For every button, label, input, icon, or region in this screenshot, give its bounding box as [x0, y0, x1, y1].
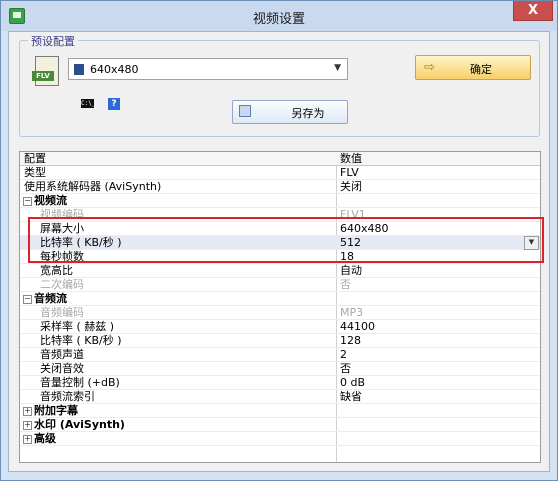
highlight-annotation	[28, 217, 544, 263]
ok-button-label: 确定	[470, 63, 492, 76]
category-video-stream[interactable]: − 视频流	[20, 194, 540, 208]
row-audio-codec[interactable]: 音频编码 MP3	[20, 306, 540, 320]
row-name: 音频流索引	[40, 390, 95, 403]
expand-icon[interactable]: +	[23, 407, 32, 416]
row-value: 关闭	[340, 180, 362, 193]
collapse-icon[interactable]: −	[23, 197, 32, 206]
preset-group-label: 预设配置	[28, 33, 78, 49]
row-sample-rate[interactable]: 采样率 ( 赫兹 ) 44100	[20, 320, 540, 334]
help-icon[interactable]: ?	[108, 98, 120, 110]
row-value: MP3	[340, 306, 364, 319]
category-label: 视频流	[34, 194, 67, 207]
row-two-pass[interactable]: 二次编码 否	[20, 278, 540, 292]
grid-header: 配置 数值	[20, 152, 540, 166]
row-value: FLV	[340, 166, 359, 179]
preset-select[interactable]: 640x480 ▼	[68, 58, 348, 80]
category-audio-stream[interactable]: − 音频流	[20, 292, 540, 306]
row-name: 类型	[24, 166, 46, 179]
video-settings-window: 视频设置 X 预设配置 FLV 640x480 ▼ ⇨ 确定 C:\_ ? 另存…	[0, 0, 558, 481]
row-volume[interactable]: 音量控制 (+dB) 0 dB	[20, 376, 540, 390]
header-value: 数值	[340, 152, 362, 165]
row-aspect-ratio[interactable]: 宽高比 自动	[20, 264, 540, 278]
row-value: 自动	[340, 264, 362, 277]
title-bar[interactable]: 视频设置 X	[1, 1, 557, 31]
row-mute[interactable]: 关闭音效 否	[20, 362, 540, 376]
category-subtitles[interactable]: + 附加字幕	[20, 404, 540, 418]
save-as-button[interactable]: 另存为	[232, 100, 348, 124]
row-value: 44100	[340, 320, 375, 333]
expand-icon[interactable]: +	[23, 421, 32, 430]
close-button[interactable]: X	[513, 1, 553, 21]
row-value: 否	[340, 362, 351, 375]
expand-icon[interactable]: +	[23, 435, 32, 444]
category-advanced[interactable]: + 高级	[20, 432, 540, 446]
category-label: 水印 (AviSynth)	[34, 418, 125, 431]
row-name: 音频编码	[40, 306, 84, 319]
row-value: 128	[340, 334, 361, 347]
row-name: 宽高比	[40, 264, 73, 277]
row-value: 0 dB	[340, 376, 366, 389]
category-watermark[interactable]: + 水印 (AviSynth)	[20, 418, 540, 432]
row-value: 2	[340, 348, 347, 361]
row-name: 关闭音效	[40, 362, 84, 375]
row-name: 使用系统解码器 (AviSynth)	[24, 180, 162, 193]
row-name: 二次编码	[40, 278, 84, 291]
save-as-label: 另存为	[291, 107, 325, 120]
row-audio-bitrate[interactable]: 比特率 ( KB/秒 ) 128	[20, 334, 540, 348]
header-name: 配置	[24, 152, 46, 165]
window-title: 视频设置	[252, 12, 305, 27]
ok-button[interactable]: ⇨ 确定	[415, 55, 531, 80]
category-label: 附加字幕	[34, 404, 78, 417]
row-name: 比特率 ( KB/秒 )	[40, 334, 122, 347]
row-type[interactable]: 类型 FLV	[20, 166, 540, 180]
preset-selected-value: 640x480	[90, 63, 139, 76]
category-label: 音频流	[34, 292, 67, 305]
row-audio-channels[interactable]: 音频声道 2	[20, 348, 540, 362]
flv-file-icon: FLV	[32, 56, 59, 86]
row-name: 音量控制 (+dB)	[40, 376, 120, 389]
category-label: 高级	[34, 432, 56, 445]
row-value: 缺省	[340, 390, 362, 403]
collapse-icon[interactable]: −	[23, 295, 32, 304]
chevron-down-icon[interactable]: ▼	[334, 63, 341, 73]
row-audio-index[interactable]: 音频流索引 缺省	[20, 390, 540, 404]
command-prompt-icon[interactable]: C:\_	[81, 99, 95, 108]
row-name: 音频声道	[40, 348, 84, 361]
preset-item-icon	[74, 64, 84, 75]
property-grid[interactable]: 配置 数值 类型 FLV 使用系统解码器 (AviSynth) 关闭 − 视频流…	[19, 151, 541, 463]
flv-badge: FLV	[32, 71, 54, 81]
row-value: 否	[340, 278, 351, 291]
row-name: 采样率 ( 赫兹 )	[40, 320, 115, 333]
row-system-decoder[interactable]: 使用系统解码器 (AviSynth) 关闭	[20, 180, 540, 194]
preset-group: 预设配置 FLV 640x480 ▼ ⇨ 确定 C:\_ ? 另存为	[19, 33, 540, 137]
